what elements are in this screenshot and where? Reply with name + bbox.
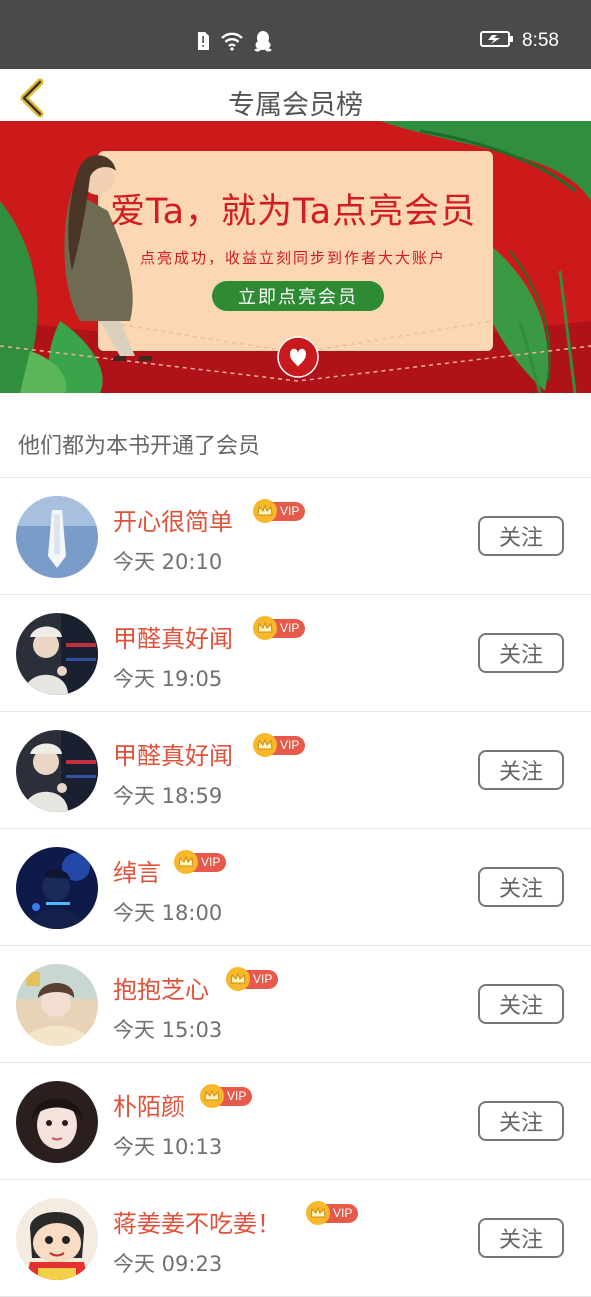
crown-icon — [306, 1201, 330, 1225]
list-item: 绰言 VIP 今天 18:00 关注 — [0, 829, 591, 946]
promo-banner[interactable]: 爱Ta，就为Ta点亮会员 点亮成功，收益立刻同步到作者大大账户 立即点亮会员 — [0, 121, 591, 393]
crown-icon — [226, 967, 250, 991]
follow-button[interactable]: 关注 — [478, 867, 564, 907]
qq-icon — [254, 30, 272, 56]
list-item: 开心很简单 VIP 今天 20:10 关注 — [0, 478, 591, 595]
avatar[interactable] — [16, 1198, 98, 1280]
crown-icon — [200, 1084, 224, 1108]
member-time: 今天 10:13 — [113, 1135, 223, 1159]
follow-button[interactable]: 关注 — [478, 516, 564, 556]
vip-badge: VIP — [306, 1201, 359, 1225]
follow-button[interactable]: 关注 — [478, 633, 564, 673]
follow-button[interactable]: 关注 — [478, 750, 564, 790]
crown-icon — [174, 850, 198, 874]
member-list: 开心很简单 VIP 今天 20:10 关注 甲醛真好闻 VIP 今天 19:05… — [0, 478, 591, 1297]
avatar[interactable] — [16, 730, 98, 812]
member-time: 今天 18:00 — [113, 901, 223, 925]
avatar[interactable] — [16, 496, 98, 578]
status-icons — [196, 30, 272, 56]
battery-icon — [480, 30, 514, 52]
status-bar: 8:58 — [0, 0, 591, 69]
vip-badge: VIP — [200, 1084, 253, 1108]
crown-icon — [253, 733, 277, 757]
wifi-icon — [220, 31, 244, 55]
list-item: 甲醛真好闻 VIP 今天 18:59 关注 — [0, 712, 591, 829]
section-heading: 他们都为本书开通了会员 — [18, 434, 261, 459]
member-name[interactable]: 甲醛真好闻 — [113, 619, 233, 654]
member-time: 今天 09:23 — [113, 1252, 223, 1276]
member-name[interactable]: 朴陌颜 — [113, 1087, 185, 1122]
member-time: 今天 18:59 — [113, 784, 223, 808]
vip-badge: VIP — [226, 967, 279, 991]
avatar[interactable] — [16, 613, 98, 695]
follow-button[interactable]: 关注 — [478, 984, 564, 1024]
list-item: 朴陌颜 VIP 今天 10:13 关注 — [0, 1063, 591, 1180]
banner-headline: 爱Ta，就为Ta点亮会员 — [110, 192, 477, 232]
status-right: 8:58 — [480, 30, 559, 52]
vip-badge: VIP — [253, 499, 306, 523]
member-time: 今天 19:05 — [113, 667, 223, 691]
avatar[interactable] — [16, 1081, 98, 1163]
crown-icon — [253, 616, 277, 640]
member-time: 今天 20:10 — [113, 550, 223, 574]
clock: 8:58 — [522, 30, 559, 51]
follow-button[interactable]: 关注 — [478, 1101, 564, 1141]
member-name[interactable]: 开心很简单 — [113, 502, 233, 537]
list-item: 甲醛真好闻 VIP 今天 19:05 关注 — [0, 595, 591, 712]
member-name[interactable]: 绰言 — [113, 853, 161, 888]
vip-badge: VIP — [174, 850, 227, 874]
follow-button[interactable]: 关注 — [478, 1218, 564, 1258]
avatar[interactable] — [16, 964, 98, 1046]
member-name[interactable]: 蒋姜姜不吃姜！ — [113, 1204, 281, 1239]
banner-subtitle: 点亮成功，收益立刻同步到作者大大账户 — [140, 249, 447, 267]
member-name[interactable]: 甲醛真好闻 — [113, 736, 233, 771]
vip-badge: VIP — [253, 616, 306, 640]
list-item: 蒋姜姜不吃姜！ VIP 今天 09:23 关注 — [0, 1180, 591, 1297]
crown-icon — [253, 499, 277, 523]
page-title: 专属会员榜 — [228, 90, 363, 121]
member-time: 今天 15:03 — [113, 1018, 223, 1042]
member-name[interactable]: 抱抱芝心 — [113, 970, 209, 1005]
activate-membership-button[interactable]: 立即点亮会员 — [212, 281, 384, 311]
vip-badge: VIP — [253, 733, 306, 757]
list-item: 抱抱芝心 VIP 今天 15:03 关注 — [0, 946, 591, 1063]
header: 专属会员榜 — [0, 69, 591, 121]
avatar[interactable] — [16, 847, 98, 929]
sim-alert-icon — [196, 31, 210, 55]
